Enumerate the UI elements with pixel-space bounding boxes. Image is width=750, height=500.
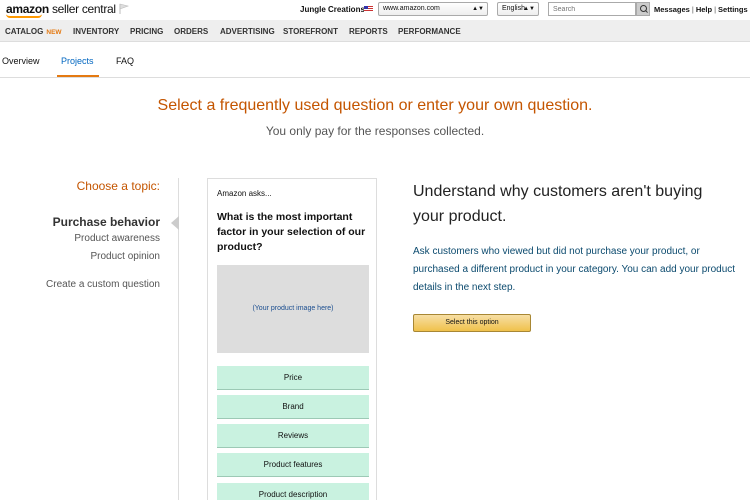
active-topic-caret-icon <box>171 216 179 230</box>
nav-inventory[interactable]: INVENTORY <box>73 27 119 36</box>
new-badge: NEW <box>46 29 62 36</box>
tab-faq[interactable]: FAQ <box>116 56 134 66</box>
top-bar: amazon seller central Jungle Creations w… <box>0 0 750 20</box>
active-tab-indicator <box>57 75 99 77</box>
nav-catalog-label: CATALOG <box>5 27 44 36</box>
utility-links: Messages | Help | Settings <box>654 5 748 14</box>
separator: | <box>714 5 717 14</box>
separator: | <box>691 5 694 14</box>
topic-heading: Choose a topic: <box>76 179 160 193</box>
topic-product-opinion[interactable]: Product opinion <box>91 251 161 262</box>
nav-reports[interactable]: REPORTS <box>349 27 388 36</box>
page-tabs: Overview Projects FAQ <box>0 43 750 78</box>
flag-icon[interactable] <box>118 3 130 15</box>
answer-option: Product description <box>217 483 369 500</box>
search-input[interactable] <box>548 2 636 16</box>
messages-link[interactable]: Messages <box>654 5 690 14</box>
create-custom-question[interactable]: Create a custom question <box>46 279 160 290</box>
tab-overview[interactable]: Overview <box>2 56 40 66</box>
tab-projects[interactable]: Projects <box>61 56 94 66</box>
answer-option: Reviews <box>217 424 369 448</box>
language-select[interactable]: English ▲▼ <box>497 2 539 16</box>
language-value: English <box>502 5 525 12</box>
page-title: Select a frequently used question or ent… <box>157 97 593 114</box>
nav-catalog[interactable]: CATALOG NEW <box>5 27 62 36</box>
nav-orders[interactable]: ORDERS <box>174 27 208 36</box>
topic-purchase-behavior[interactable]: Purchase behavior <box>53 215 160 229</box>
logo-sub-text: seller central <box>51 2 116 16</box>
marketplace-select[interactable]: www.amazon.com ▲▼ <box>378 2 488 16</box>
option-title: Understand why customers aren't buying y… <box>413 183 703 225</box>
question-preview-card: Amazon asks... What is the most importan… <box>207 178 377 500</box>
help-link[interactable]: Help <box>696 5 712 14</box>
search-icon[interactable] <box>636 2 650 16</box>
settings-link[interactable]: Settings <box>718 5 748 14</box>
page-subtitle: You only pay for the responses collected… <box>265 124 485 138</box>
answer-option: Brand <box>217 395 369 419</box>
nav-storefront[interactable]: STOREFRONT <box>283 27 338 36</box>
select-arrows-icon: ▲▼ <box>523 6 535 12</box>
topic-product-awareness[interactable]: Product awareness <box>74 233 160 244</box>
answer-option: Product features <box>217 453 369 477</box>
nav-performance[interactable]: PERFORMANCE <box>398 27 461 36</box>
nav-pricing[interactable]: PRICING <box>130 27 163 36</box>
answer-option: Price <box>217 366 369 390</box>
select-this-option-button[interactable]: Select this option <box>413 314 531 332</box>
option-description: Ask customers who viewed but did not pur… <box>413 246 736 293</box>
store-name: Jungle Creations <box>300 5 365 14</box>
preview-label: Amazon asks... <box>217 189 272 198</box>
nav-advertising[interactable]: ADVERTISING <box>220 27 275 36</box>
us-flag-icon <box>364 6 373 12</box>
main-nav: CATALOG NEW INVENTORY PRICING ORDERS ADVE… <box>0 20 750 42</box>
select-arrows-icon: ▲▼ <box>472 6 484 12</box>
preview-question: What is the most important factor in you… <box>217 211 366 253</box>
marketplace-value: www.amazon.com <box>383 5 440 12</box>
product-image-placeholder: (Your product image here) <box>217 265 369 353</box>
image-placeholder-text: (Your product image here) <box>252 305 334 312</box>
amazon-smile-icon <box>6 14 42 18</box>
